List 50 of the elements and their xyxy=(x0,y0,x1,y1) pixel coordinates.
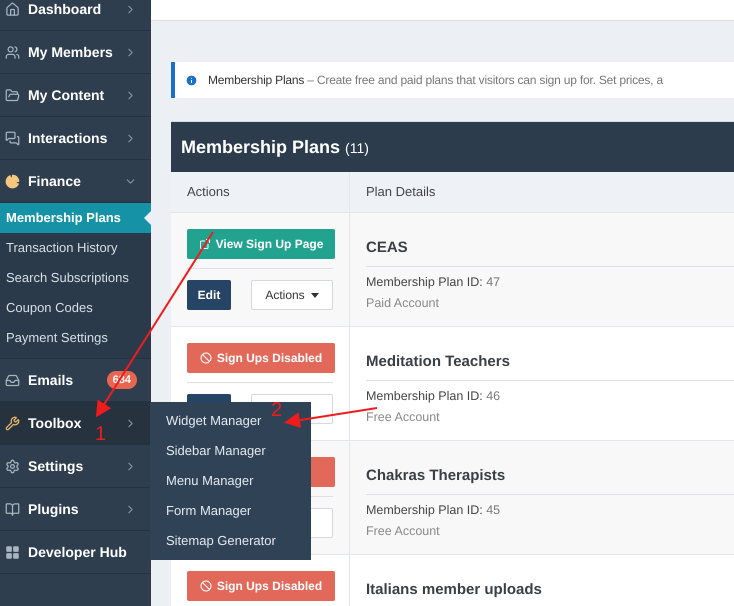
submenu-item[interactable]: Membership Plans xyxy=(0,203,151,233)
plan-count: (11) xyxy=(345,138,369,158)
plan-name: Italians member uploads xyxy=(366,579,734,606)
ban-icon xyxy=(200,352,212,364)
sidebar-item[interactable]: Dashboard xyxy=(0,0,151,31)
grid-icon xyxy=(5,544,20,560)
edit-button[interactable]: Edit xyxy=(187,280,231,310)
submenu-item[interactable]: Payment Settings xyxy=(0,323,151,353)
plan-id-label: Membership Plan ID: xyxy=(366,502,483,516)
flyout-menu-item[interactable]: Sidebar Manager xyxy=(166,441,266,461)
plan-id: 46 xyxy=(486,388,500,402)
account-type: Paid Account xyxy=(366,295,440,312)
flyout-menu-item[interactable]: Form Manager xyxy=(166,501,252,521)
sidebar-item[interactable]: Toolbox 1 xyxy=(0,402,151,445)
plan-id: 45 xyxy=(486,502,500,516)
submenu-item[interactable]: Search Subscriptions xyxy=(0,263,151,293)
active-notch-icon xyxy=(144,211,151,225)
panel-title: Membership Plans xyxy=(181,136,340,159)
folder-icon xyxy=(5,88,20,102)
column-header: Actions xyxy=(171,172,350,212)
annotation-number: 1 xyxy=(95,424,106,444)
flyout-menu-item[interactable]: Menu Manager xyxy=(166,471,254,491)
wrench-icon xyxy=(5,416,20,430)
actions-dropdown[interactable]: Actions xyxy=(251,280,333,310)
gear-icon xyxy=(5,458,20,474)
plan-id: 47 xyxy=(486,274,500,288)
flyout-menu-item[interactable]: Widget Manager xyxy=(166,411,262,431)
users-icon xyxy=(5,44,20,60)
house-icon xyxy=(5,2,20,16)
account-type: Free Account xyxy=(366,409,441,426)
inbox-icon xyxy=(5,372,20,388)
external-link-icon xyxy=(198,238,211,250)
info-icon xyxy=(185,74,198,86)
plan-id-label: Membership Plan ID: xyxy=(366,388,483,402)
notice-text: Membership Plans – Create free and paid plans that visitors can sign up for. Set prices, a xyxy=(208,72,663,89)
chat-bubbles-icon xyxy=(5,130,20,146)
book-icon xyxy=(5,502,20,516)
flyout-menu-item[interactable]: Sitemap Generator xyxy=(166,531,276,551)
plan-name: CEAS xyxy=(366,237,734,266)
annotation-number: 2 xyxy=(271,398,282,423)
submenu-item[interactable]: Transaction History xyxy=(0,233,151,263)
plan-name: Chakras Therapists xyxy=(366,465,734,494)
column-header: Plan Details xyxy=(365,183,436,202)
ban-icon xyxy=(200,580,212,592)
account-type: Free Account xyxy=(366,523,441,540)
caret-icon xyxy=(310,292,319,298)
plan-name: Meditation Teachers xyxy=(366,351,734,380)
pie-chart-icon xyxy=(5,174,20,188)
submenu-item[interactable]: Coupon Codes xyxy=(0,293,151,323)
plan-id-label: Membership Plan ID: xyxy=(366,274,483,288)
